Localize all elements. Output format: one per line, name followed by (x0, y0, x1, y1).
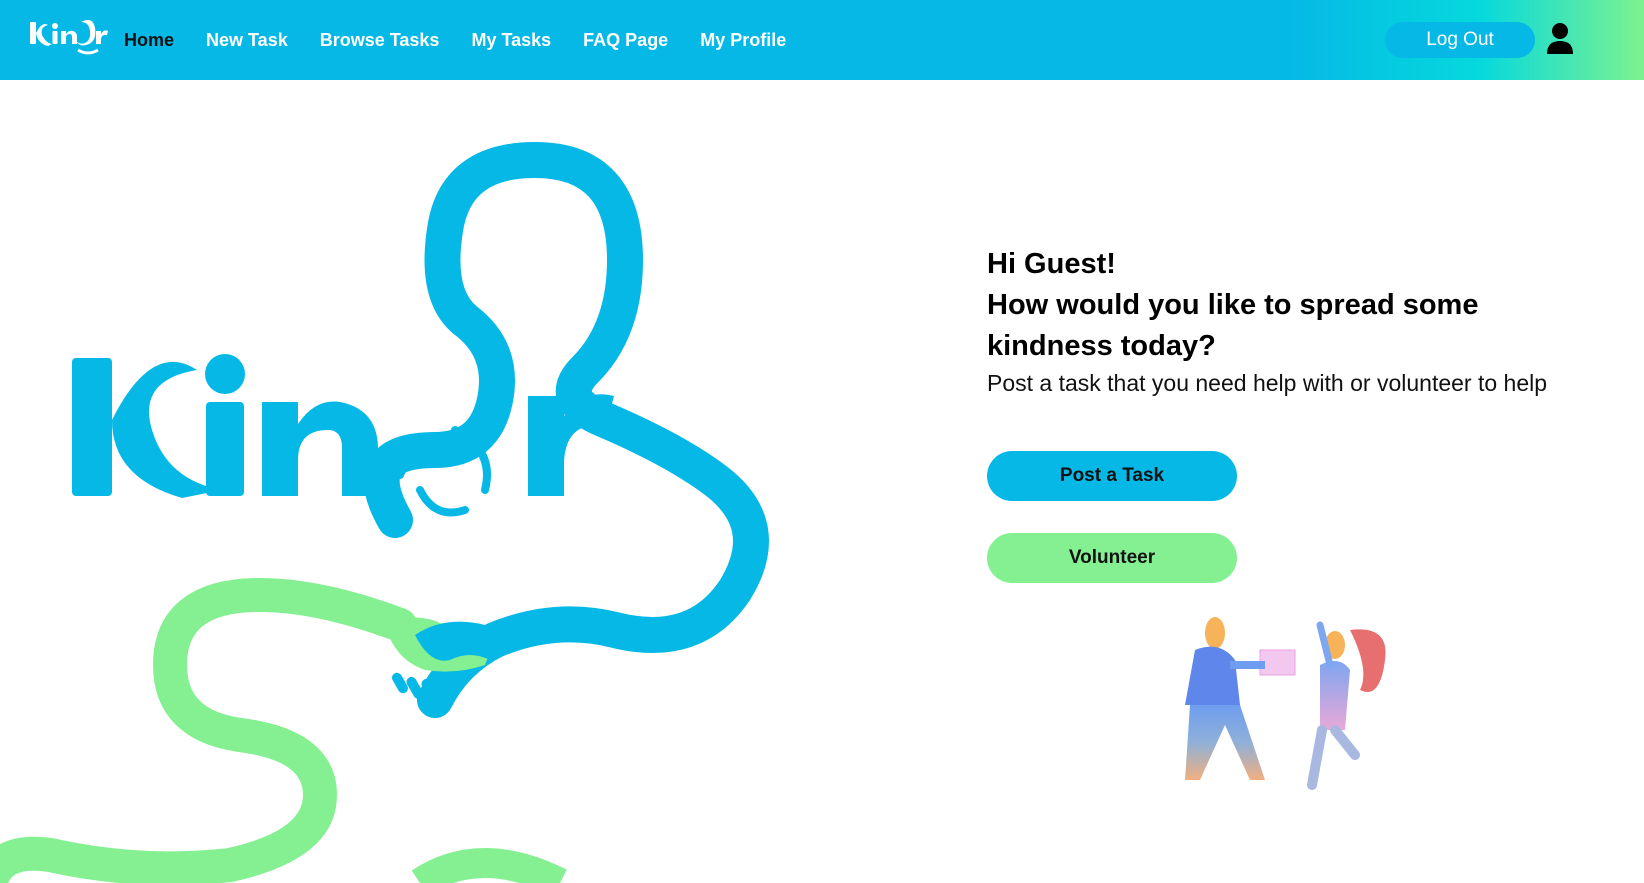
nav-my-profile[interactable]: My Profile (700, 30, 786, 51)
nav-new-task[interactable]: New Task (206, 30, 288, 51)
people-illustration (1185, 617, 1386, 790)
nav-home[interactable]: Home (124, 30, 174, 51)
post-task-button[interactable]: Post a Task (987, 451, 1237, 501)
nav-faq-page[interactable]: FAQ Page (583, 30, 668, 51)
main-nav: Home New Task Browse Tasks My Tasks FAQ … (124, 0, 818, 80)
hero-subtitle: Post a task that you need help with or v… (987, 370, 1548, 396)
top-navigation-bar: Home New Task Browse Tasks My Tasks FAQ … (0, 0, 1644, 80)
nav-my-tasks[interactable]: My Tasks (471, 30, 551, 51)
greeting-line-1: Hi Guest! (987, 248, 1116, 280)
greeting-line-2: How would you like to spread some kindne… (987, 289, 1479, 362)
kindr-logo[interactable] (26, 14, 110, 60)
user-icon[interactable] (1546, 22, 1574, 54)
green-ribbon (0, 577, 417, 883)
kindr-hero-illustration (0, 141, 769, 883)
logout-button[interactable]: Log Out (1385, 22, 1535, 58)
hero-greeting: Hi Guest! How would you like to spread s… (987, 244, 1607, 367)
nav-browse-tasks[interactable]: Browse Tasks (320, 30, 440, 51)
kindr-wordmark (72, 354, 614, 498)
volunteer-button[interactable]: Volunteer (987, 533, 1237, 583)
